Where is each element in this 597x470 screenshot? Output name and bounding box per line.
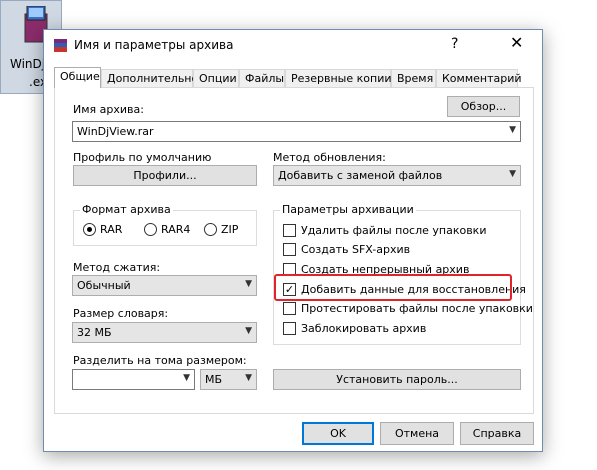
chevron-down-icon: ▼: [245, 279, 252, 289]
option-test-files-label: Протестировать файлы после упаковки: [301, 302, 533, 315]
general-panel: Имя архива: Обзор... WinDjView.rar ▼ Про…: [54, 87, 534, 414]
archive-dialog: Имя и параметры архива ? ✕ Общие Дополни…: [43, 29, 543, 452]
split-volumes-label: Разделить на тома размером:: [73, 354, 247, 367]
dictionary-value: 32 МБ: [77, 326, 112, 339]
chevron-down-icon: ▼: [509, 169, 516, 179]
dictionary-label: Размер словаря:: [73, 307, 169, 320]
winrar-icon: [54, 39, 67, 52]
split-unit-select[interactable]: МБ ▼: [200, 369, 257, 390]
update-method-value: Добавить с заменой файлов: [278, 169, 443, 182]
chevron-down-icon[interactable]: ▼: [183, 373, 190, 383]
split-unit-value: МБ: [205, 373, 223, 386]
radio-icon: [204, 223, 217, 236]
update-method-select[interactable]: Добавить с заменой файлов ▼: [273, 165, 521, 186]
profiles-button[interactable]: Профили...: [73, 165, 257, 186]
format-rar4-radio[interactable]: RAR4: [144, 223, 190, 236]
tab-general[interactable]: Общие: [54, 67, 101, 88]
format-zip-label: ZIP: [221, 223, 239, 236]
format-rar-radio[interactable]: RAR: [83, 223, 122, 236]
cancel-button[interactable]: Отмена: [380, 422, 454, 445]
archive-format-group: Формат архива RAR RAR4 ZIP: [73, 203, 257, 246]
tab-advanced[interactable]: Дополнительно: [101, 69, 198, 87]
format-rar-label: RAR: [100, 223, 123, 236]
archiving-params-title: Параметры архивации: [280, 203, 416, 216]
checkbox-icon: [283, 322, 296, 335]
option-create-sfx[interactable]: Создать SFX-архив: [283, 243, 410, 256]
window-title: Имя и параметры архива: [74, 38, 234, 52]
recovery-record-highlight: [274, 274, 512, 301]
help-button[interactable]: Справка: [460, 422, 534, 445]
checkbox-icon: [283, 302, 296, 315]
desktop-icon-label: WinDj: [10, 57, 46, 71]
option-delete-files[interactable]: Удалить файлы после упаковки: [283, 224, 486, 237]
browse-button[interactable]: Обзор...: [447, 96, 520, 117]
radio-selected-icon: [83, 223, 96, 236]
option-lock-archive-label: Заблокировать архив: [301, 322, 427, 335]
radio-icon: [144, 223, 157, 236]
archive-name-label: Имя архива:: [73, 103, 144, 116]
ok-button[interactable]: OK: [302, 422, 374, 445]
compression-label: Метод сжатия:: [73, 261, 161, 274]
chevron-down-icon: ▼: [245, 373, 252, 383]
update-method-label: Метод обновления:: [273, 151, 386, 164]
set-password-button[interactable]: Установить пароль...: [273, 369, 521, 390]
option-create-sfx-label: Создать SFX-архив: [301, 243, 411, 256]
title-bar: Имя и параметры архива ? ✕: [44, 30, 542, 60]
option-test-files[interactable]: Протестировать файлы после упаковки: [283, 302, 533, 315]
default-profile-label: Профиль по умолчанию: [73, 151, 212, 164]
option-lock-archive[interactable]: Заблокировать архив: [283, 322, 426, 335]
checkbox-icon: [283, 243, 296, 256]
compression-value: Обычный: [77, 279, 131, 292]
dictionary-select[interactable]: 32 МБ ▼: [72, 322, 257, 343]
format-rar4-label: RAR4: [161, 223, 191, 236]
tab-files[interactable]: Файлы: [239, 69, 285, 87]
close-icon[interactable]: ✕: [510, 33, 523, 52]
format-zip-radio[interactable]: ZIP: [204, 223, 238, 236]
chevron-down-icon[interactable]: ▼: [509, 125, 516, 135]
archive-name-input[interactable]: WinDjView.rar ▼: [72, 121, 521, 142]
split-size-input[interactable]: ▼: [72, 369, 195, 390]
tab-backup[interactable]: Резервные копии: [285, 69, 392, 87]
archive-name-value: WinDjView.rar: [77, 125, 154, 138]
option-delete-files-label: Удалить файлы после упаковки: [301, 224, 487, 237]
archive-format-title: Формат архива: [80, 203, 173, 216]
tab-options[interactable]: Опции: [193, 69, 239, 87]
compression-select[interactable]: Обычный ▼: [72, 275, 257, 296]
checkbox-icon: [283, 224, 296, 237]
chevron-down-icon: ▼: [245, 326, 252, 336]
tab-comment[interactable]: Комментарий: [436, 69, 522, 87]
tab-time[interactable]: Время: [391, 69, 436, 87]
help-icon[interactable]: ?: [451, 36, 458, 52]
